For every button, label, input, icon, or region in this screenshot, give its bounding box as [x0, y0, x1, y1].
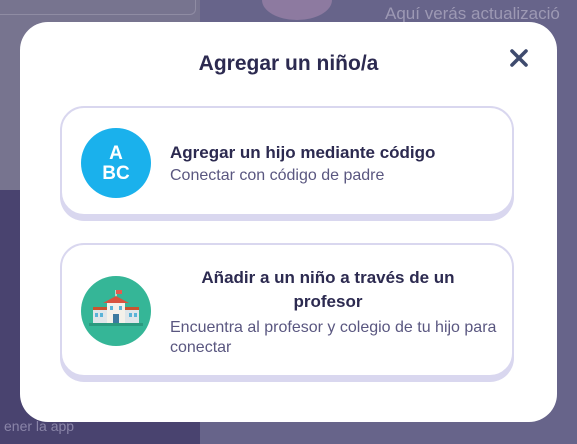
background-update-text: Aquí verás actualizació: [385, 4, 560, 23]
abc-code-icon: A BC: [81, 128, 151, 198]
add-child-by-code-option[interactable]: A BC Agregar un hijo mediante código Con…: [60, 106, 514, 216]
option-subtitle: Encuentra al profesor y colegio de tu hi…: [170, 319, 497, 356]
add-child-via-teacher-option[interactable]: Añadir a un niño a través de un profesor…: [60, 243, 514, 377]
close-icon: [510, 49, 528, 67]
background-input: [0, 0, 196, 15]
close-button[interactable]: [507, 46, 531, 70]
option-title: Agregar un hijo mediante código: [170, 143, 436, 162]
modal-title: Agregar un niño/a: [198, 52, 379, 75]
option-subtitle: Conectar con código de padre: [170, 167, 385, 184]
option-title: Añadir a un niño a través de un profesor: [201, 268, 455, 311]
school-building-icon: [81, 276, 151, 346]
add-child-modal: Agregar un niño/a A BC Agregar un hijo m…: [20, 22, 557, 422]
school-building-graphic: [89, 290, 143, 326]
